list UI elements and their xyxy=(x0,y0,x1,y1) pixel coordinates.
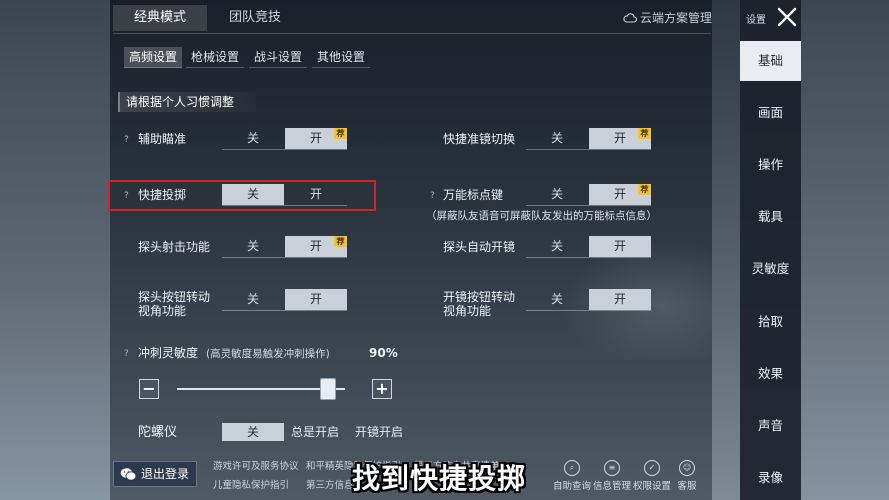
peek-auto-scope-label: 探头自动开镜 xyxy=(443,240,516,254)
help-icon[interactable]: ? xyxy=(124,349,129,359)
recommended-badge: 荐 xyxy=(638,128,651,139)
help-icon[interactable]: ? xyxy=(124,135,129,145)
document-icon: ≡ xyxy=(604,460,620,476)
logout-label: 退出登录 xyxy=(141,467,190,481)
gyro-option-scope[interactable]: 开镜开启 xyxy=(355,423,403,441)
sidebar-item-recording[interactable]: 录像 xyxy=(740,458,801,498)
sidebar-item-sound[interactable]: 声音 xyxy=(740,406,801,446)
sidebar-item-controls[interactable]: 操作 xyxy=(740,145,801,185)
scope-turn-label-line2: 视角功能 xyxy=(443,304,492,318)
marker-key-toggle[interactable]: 关 开 荐 xyxy=(526,184,651,206)
sidebar-item-basic[interactable]: 基础 xyxy=(740,41,801,81)
subtab-combat[interactable]: 战斗设置 xyxy=(249,47,308,68)
toggle-off[interactable]: 关 xyxy=(526,184,588,205)
customer-service-label: 客服 xyxy=(677,481,697,492)
aim-assist-label: 辅助瞄准 xyxy=(138,132,187,146)
permission-label: 权限设置 xyxy=(632,481,671,492)
peek-turn-label-line2: 视角功能 xyxy=(138,304,187,318)
scope-switch-toggle[interactable]: 关 开 荐 xyxy=(526,128,651,150)
peek-fire-label: 探头射击功能 xyxy=(138,240,211,254)
toggle-off[interactable]: 关 xyxy=(526,236,588,257)
self-query-button[interactable]: ⌕ 自助查询 xyxy=(551,460,593,492)
recommended-badge: 荐 xyxy=(638,184,651,195)
cloud-scheme-label: 云端方案管理 xyxy=(640,11,713,25)
sprint-sensitivity-label: 冲刺灵敏度 xyxy=(138,346,199,360)
gyro-option-off[interactable]: 关 xyxy=(222,423,284,441)
gyro-option-always[interactable]: 总是开启 xyxy=(291,423,339,441)
toggle-on[interactable]: 开 xyxy=(589,289,651,310)
sprint-sensitivity-hint: (高灵敏度易触发冲刺操作) xyxy=(206,348,330,360)
headset-icon: ☺ xyxy=(679,460,695,476)
toggle-on[interactable]: 开 xyxy=(285,289,347,310)
permission-button[interactable]: ✓ 权限设置 xyxy=(631,460,673,492)
peek-turn-toggle[interactable]: 关 开 xyxy=(222,289,347,311)
help-icon[interactable]: ? xyxy=(430,191,435,201)
cloud-scheme-button[interactable]: 云端方案管理 xyxy=(623,9,712,26)
toggle-off[interactable]: 关 xyxy=(222,184,284,205)
peek-turn-label-line1: 探头按钮转动 xyxy=(138,290,211,304)
subtab-other[interactable]: 其他设置 xyxy=(312,47,371,68)
background-strip xyxy=(712,0,740,500)
aim-assist-toggle[interactable]: 关 开 荐 xyxy=(222,128,347,150)
settings-caption: 设置 xyxy=(746,15,766,26)
marker-key-note: （屏蔽队友语音可屏蔽队友发出的万能标点信息） xyxy=(426,210,657,222)
toggle-off[interactable]: 关 xyxy=(222,128,284,149)
background-right xyxy=(801,0,889,500)
link-third-party-info[interactable]: 第三方信息 xyxy=(306,477,354,491)
section-heading: 请根据个人习惯调整 xyxy=(118,92,256,112)
toggle-off[interactable]: 关 xyxy=(526,128,588,149)
background-left xyxy=(0,0,110,500)
scope-turn-toggle[interactable]: 关 开 xyxy=(526,289,651,311)
sidebar-item-graphics[interactable]: 画面 xyxy=(740,93,801,133)
self-query-label: 自助查询 xyxy=(552,481,591,492)
peek-fire-toggle[interactable]: 关 开 荐 xyxy=(222,236,347,258)
scope-turn-label-line1: 开镜按钮转动 xyxy=(443,290,516,304)
recommended-badge: 荐 xyxy=(334,128,347,139)
toggle-on[interactable]: 开 xyxy=(285,184,347,205)
subtab-frequent[interactable]: 高频设置 xyxy=(124,47,183,68)
slider-thumb[interactable] xyxy=(320,378,336,400)
sidebar-item-effects[interactable]: 效果 xyxy=(740,354,801,394)
sprint-sensitivity-value: 90% xyxy=(369,346,398,360)
toggle-off[interactable]: 关 xyxy=(222,289,284,310)
quick-throw-toggle[interactable]: 关 开 xyxy=(222,184,347,206)
video-subtitle: 找到快捷投掷 xyxy=(352,462,527,495)
customer-service-button[interactable]: ☺ 客服 xyxy=(672,460,702,492)
subtab-weapon[interactable]: 枪械设置 xyxy=(186,47,245,68)
logout-button[interactable]: 退出登录 xyxy=(113,461,197,487)
slider-minus-button[interactable]: − xyxy=(139,379,159,399)
help-icon[interactable]: ? xyxy=(124,191,129,201)
recommended-badge: 荐 xyxy=(334,236,347,247)
marker-key-label: 万能标点键 xyxy=(443,188,504,202)
info-manage-button[interactable]: ≡ 信息管理 xyxy=(591,460,633,492)
scope-switch-label: 快捷准镜切换 xyxy=(443,132,516,146)
search-icon: ⌕ xyxy=(564,460,580,476)
quick-throw-label: 快捷投掷 xyxy=(138,188,187,202)
shield-icon: ✓ xyxy=(644,460,660,476)
info-manage-label: 信息管理 xyxy=(592,481,631,492)
tab-team-deathmatch[interactable]: 团队竞技 xyxy=(225,5,285,31)
close-icon[interactable] xyxy=(776,6,798,28)
toggle-on[interactable]: 开 xyxy=(589,236,651,257)
link-license[interactable]: 游戏许可及服务协议 xyxy=(213,458,299,472)
sidebar-item-pickup[interactable]: 拾取 xyxy=(740,302,801,342)
link-child-privacy[interactable]: 儿童隐私保护指引 xyxy=(213,477,289,491)
sidebar-item-sensitivity[interactable]: 灵敏度 xyxy=(740,249,801,289)
cloud-icon xyxy=(623,12,637,23)
sidebar-item-vehicle[interactable]: 载具 xyxy=(740,197,801,237)
toggle-off[interactable]: 关 xyxy=(526,289,588,310)
toggle-off[interactable]: 关 xyxy=(222,236,284,257)
wechat-icon xyxy=(120,467,137,481)
tab-divider xyxy=(113,33,711,34)
tab-classic-mode[interactable]: 经典模式 xyxy=(113,5,207,31)
gyro-label: 陀螺仪 xyxy=(138,425,178,440)
slider-plus-button[interactable]: + xyxy=(372,379,392,399)
peek-auto-scope-toggle[interactable]: 关 开 xyxy=(526,236,651,258)
